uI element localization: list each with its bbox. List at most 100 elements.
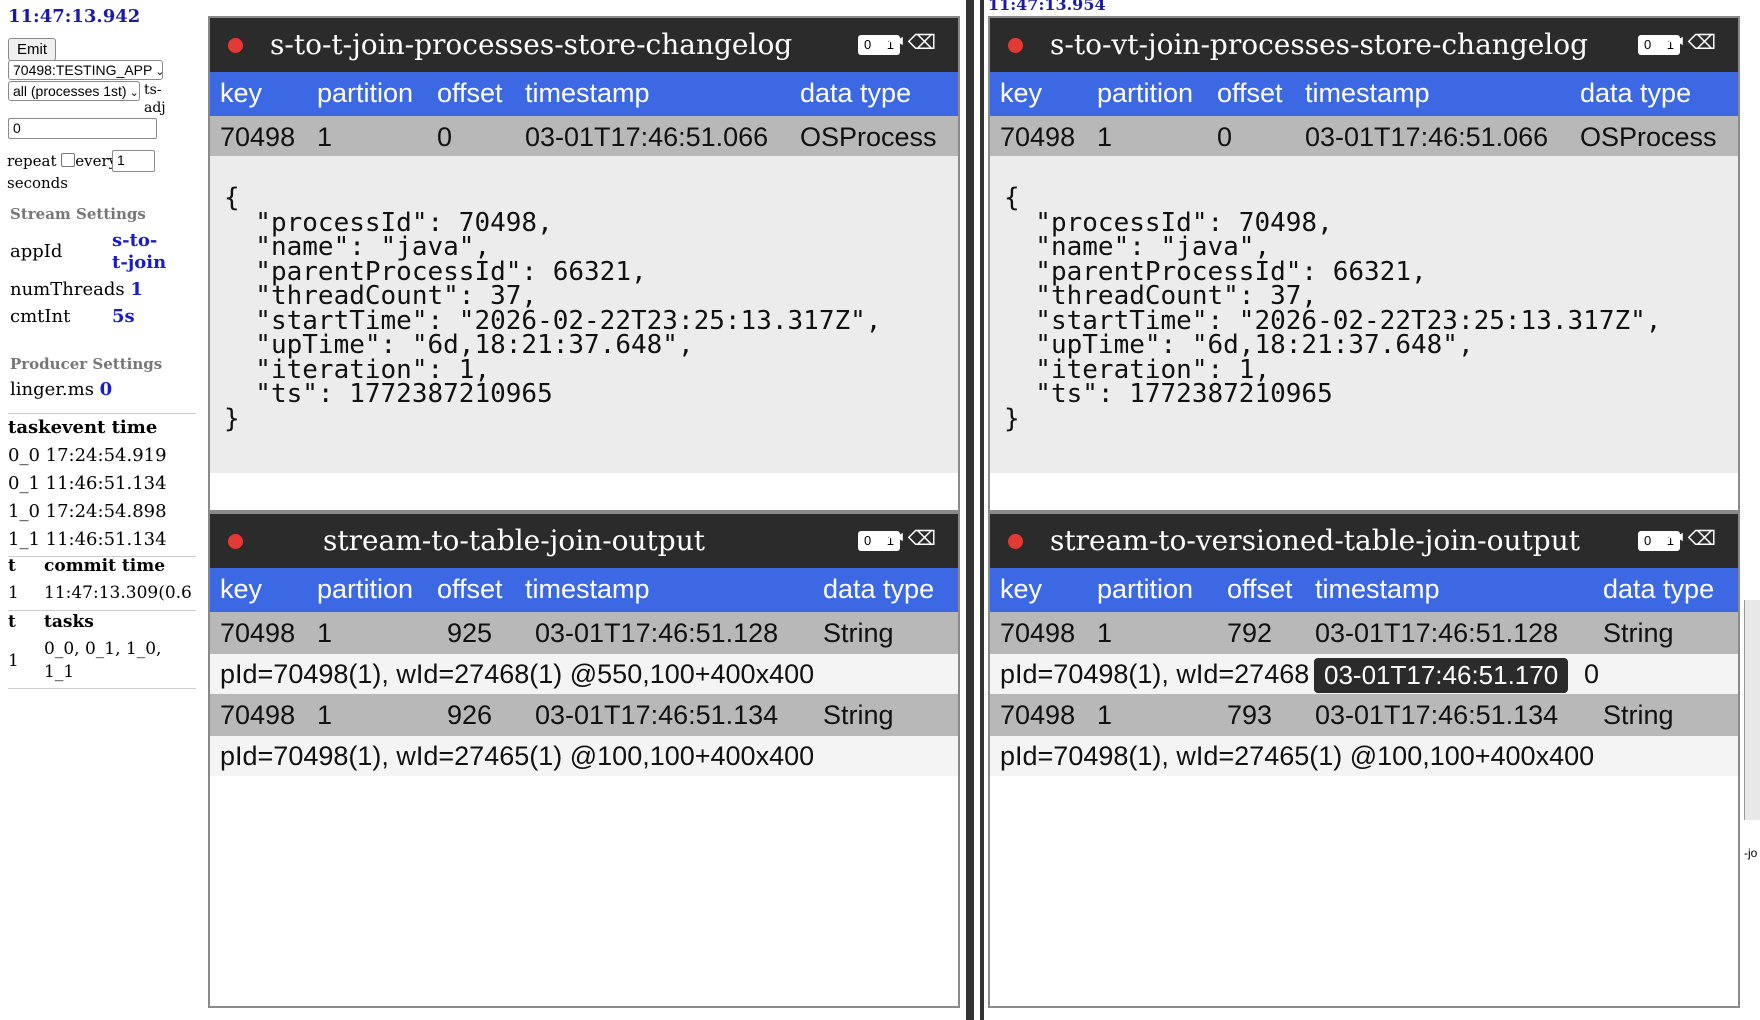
table-header: key partition offset timestamp data type: [990, 568, 1738, 612]
topic-panel-stream-to-table-output: stream-to-table-join-output 01 ⏮⌫ key pa…: [208, 512, 960, 1008]
tasks-col-tasks: tasks: [44, 612, 94, 632]
column-divider[interactable]: [966, 0, 974, 1020]
chevron-down-icon: ⌄: [129, 87, 139, 99]
cell-value: pId=70498(1), wId=27468(1) @550,100+400x…: [220, 659, 815, 689]
toggle-zero[interactable]: 0: [864, 532, 871, 550]
topic-panel-s-to-t-changelog: s-to-t-join-processes-store-changelog 0 1…: [208, 16, 960, 512]
header-partition: partition: [317, 574, 414, 604]
toggle-zero[interactable]: 0: [864, 36, 871, 54]
record-dot-icon[interactable]: [1008, 38, 1023, 53]
header-timestamp: timestamp: [1315, 574, 1440, 604]
cell-partition: 1: [317, 122, 333, 152]
cell-timestamp: 03-01T17:46:51.128: [535, 618, 779, 648]
panel-title-bar: stream-to-versioned-table-join-output 01…: [990, 514, 1738, 568]
cell-data-type: String: [1603, 700, 1674, 730]
process-select[interactable]: 70498:TESTING_APP ⌄: [8, 60, 165, 80]
commit-row-t: 1: [8, 583, 19, 603]
table-row[interactable]: 70498 1 925 03-01T17:46:51.128 String: [210, 612, 958, 654]
value-row[interactable]: pId=70498(1), wId=27468(1) @550,100+400x…: [210, 654, 958, 694]
json-value: { "processId": 70498, "name": "java", "p…: [1004, 183, 1662, 434]
eraser-icon[interactable]: ⌫: [908, 526, 940, 550]
record-dot-icon[interactable]: [1008, 534, 1023, 549]
every-input[interactable]: 1: [112, 150, 155, 172]
header-timestamp: timestamp: [525, 78, 650, 108]
eraser-icon[interactable]: ⌫: [908, 30, 940, 54]
cell-key: 70498: [220, 618, 296, 648]
record-dot-icon[interactable]: [228, 534, 243, 549]
cell-key: 70498: [220, 700, 296, 730]
skip-to-start-icon[interactable]: ⏮: [1666, 30, 1688, 54]
header-partition: partition: [1097, 78, 1194, 108]
cell-partition: 1: [1097, 122, 1113, 152]
table-header: key partition offset timestamp data type: [210, 72, 958, 116]
header-offset: offset: [1227, 574, 1293, 604]
record-dot-icon[interactable]: [228, 38, 243, 53]
filter-select[interactable]: all (processes 1st) ⌄: [8, 81, 140, 101]
commit-col-time: commit time: [44, 556, 166, 576]
table-row[interactable]: 70498 1 926 03-01T17:46:51.134 String: [210, 694, 958, 736]
numthreads-value: 1: [130, 279, 143, 300]
cell-offset: 0: [1217, 122, 1233, 152]
panel-title-bar: s-to-vt-join-processes-store-changelog 0…: [990, 18, 1738, 72]
cell-timestamp: 03-01T17:46:51.128: [1315, 618, 1559, 648]
process-select-value: 70498:TESTING_APP: [13, 62, 153, 78]
value-row[interactable]: pId=70498(1), wId=27465(1) @100,100+400x…: [210, 736, 958, 776]
producer-settings-heading: Producer Settings: [10, 355, 163, 373]
cell-offset: 792: [1227, 618, 1273, 648]
cmtint-value: 5s: [112, 306, 135, 327]
cell-timestamp: 03-01T17:46:51.066: [1305, 122, 1549, 152]
cell-timestamp: 03-01T17:46:51.066: [525, 122, 769, 152]
offscreen-panel-edge: [1744, 600, 1760, 820]
cell-value-tail: 0: [1584, 659, 1600, 689]
seconds-label: seconds: [7, 174, 68, 192]
tasks-row-t: 1: [8, 651, 19, 671]
eraser-icon[interactable]: ⌫: [1688, 30, 1720, 54]
toggle-zero[interactable]: 0: [1644, 36, 1651, 54]
header-timestamp: timestamp: [1305, 78, 1430, 108]
table-row[interactable]: 70498 1 792 03-01T17:46:51.128 String: [990, 612, 1738, 654]
header-data-type: data type: [800, 78, 912, 108]
cell-value: pId=70498(1), wId=27465(1) @100,100+400x…: [220, 741, 815, 771]
header-offset: offset: [1217, 78, 1283, 108]
cell-key: 70498: [1000, 122, 1076, 152]
ts-adj-input[interactable]: 0: [8, 118, 157, 139]
timestamp-tooltip: 03-01T17:46:51.170: [1314, 658, 1569, 693]
cell-data-type: OSProcess: [800, 122, 937, 152]
cell-data-type: String: [1603, 618, 1674, 648]
emit-button[interactable]: Emit: [8, 38, 56, 61]
column-divider[interactable]: [980, 0, 984, 1020]
topic-panel-s-to-vt-changelog: s-to-vt-join-processes-store-changelog 0…: [988, 16, 1740, 512]
cell-partition: 1: [317, 700, 333, 730]
cell-data-type: String: [823, 618, 894, 648]
filter-select-value: all (processes 1st): [13, 83, 127, 99]
panel-title-bar: s-to-t-join-processes-store-changelog 01…: [210, 18, 958, 72]
eraser-icon[interactable]: ⌫: [1688, 526, 1720, 550]
commit-row-time: 11:47:13.309(0.6: [44, 583, 192, 603]
panel-title: stream-to-versioned-table-join-output: [1050, 524, 1580, 557]
table-row[interactable]: 70498 1 793 03-01T17:46:51.134 String: [990, 694, 1738, 736]
skip-to-start-icon[interactable]: ⏮: [1666, 526, 1688, 550]
task-row: 1_0 17:24:54.898: [8, 501, 167, 522]
table-row[interactable]: 70498 1 0 03-01T17:46:51.066 OSProcess: [990, 116, 1738, 158]
cell-data-type: OSProcess: [1580, 122, 1717, 152]
cell-timestamp: 03-01T17:46:51.134: [535, 700, 779, 730]
toggle-zero[interactable]: 0: [1644, 532, 1651, 550]
skip-to-start-icon[interactable]: ⏮: [886, 30, 908, 54]
panel-title: s-to-vt-join-processes-store-changelog: [1050, 28, 1589, 61]
cell-value: pId=70498(1), wId=27468: [1000, 659, 1310, 689]
cmtint-label: cmtInt: [10, 306, 71, 327]
tasks-row-tasks: 0_0, 0_1, 1_0, 1_1: [44, 639, 162, 682]
linger-label: linger.ms: [10, 379, 94, 400]
cell-partition: 1: [1097, 618, 1113, 648]
repeat-checkbox[interactable]: [61, 153, 76, 167]
value-row[interactable]: pId=70498(1), wId=27465(1) @100,100+400x…: [990, 736, 1738, 776]
table-row[interactable]: 70498 1 0 03-01T17:46:51.066 OSProcess: [210, 116, 958, 158]
appid-label: appId: [10, 241, 63, 262]
divider: [8, 688, 196, 689]
skip-to-start-icon[interactable]: ⏮: [886, 526, 908, 550]
commit-col-t: t: [8, 556, 16, 576]
header-offset: offset: [437, 574, 503, 604]
panel-title: s-to-t-join-processes-store-changelog: [270, 28, 793, 61]
header-key: key: [1000, 574, 1043, 604]
panel-title-bar: stream-to-table-join-output 01 ⏮⌫: [210, 514, 958, 568]
